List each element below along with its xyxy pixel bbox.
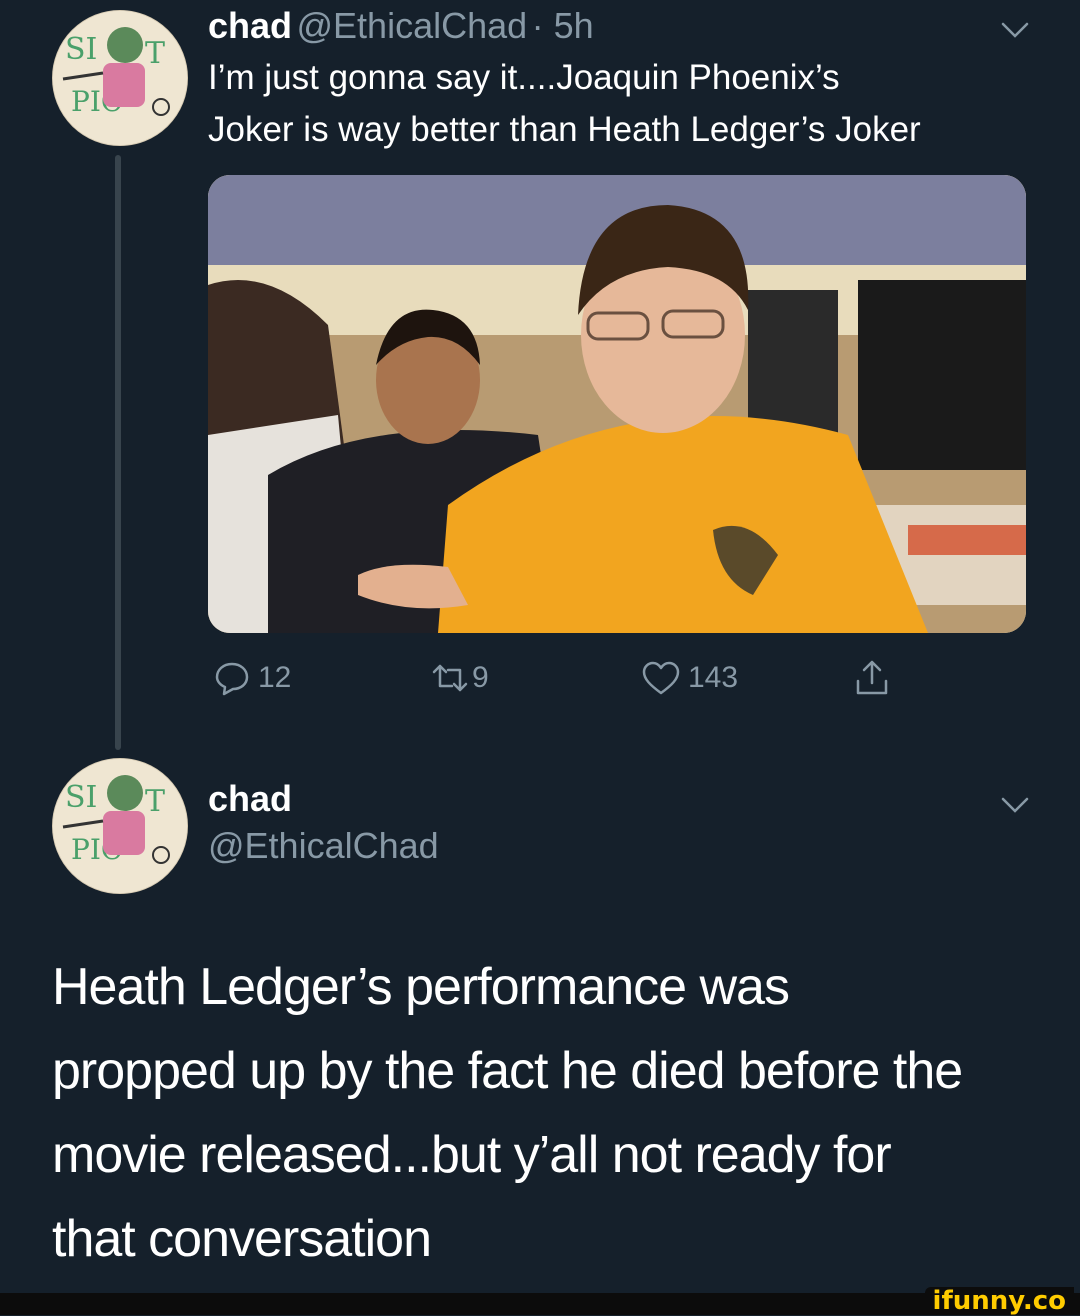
tweet1-author-handle[interactable]: @EthicalChad [296, 5, 527, 46]
tweet2-text-line: that conversation [52, 1210, 432, 1268]
tweet1-header: chad @EthicalChad · 5h [208, 5, 594, 51]
share-button[interactable] [852, 655, 892, 701]
watermark: ifunny.co [924, 1287, 1074, 1315]
like-count: 143 [688, 661, 739, 694]
svg-text:T: T [145, 36, 165, 71]
tweet1-timestamp[interactable]: · 5h [532, 5, 594, 46]
avatar[interactable]: SI T PIC [52, 10, 188, 146]
avatar[interactable]: SI T PIC [52, 758, 188, 894]
like-icon [642, 661, 680, 695]
svg-text:T: T [145, 784, 165, 819]
like-button[interactable]: 143 [640, 655, 738, 701]
tweet2-text-line: propped up by the fact he died before th… [52, 1042, 963, 1100]
retweet-count: 9 [472, 661, 489, 694]
reply-button[interactable]: 12 [212, 655, 291, 701]
watermark-bar [0, 1293, 1080, 1315]
retweet-icon [432, 664, 468, 692]
chevron-down-icon[interactable] [1000, 20, 1030, 40]
tweet1-text: I’m just gonna say it....Joaquin Phoenix… [208, 52, 1048, 156]
svg-text:SI: SI [65, 32, 97, 67]
avatar-image: SI T PIC [53, 11, 187, 145]
avatar-image: SI T PIC [53, 759, 187, 893]
svg-text:SI: SI [65, 780, 97, 815]
reply-icon [215, 662, 249, 696]
tweet2-author-handle[interactable]: @EthicalChad [208, 825, 439, 867]
tweet2-author-name[interactable]: chad [208, 778, 292, 820]
share-icon [856, 660, 888, 695]
media-photo [208, 175, 1026, 633]
tweet2-text-line: movie released...but y’all not ready for [52, 1126, 892, 1184]
tweet2-text: Heath Ledger’s performance was propped u… [52, 945, 1042, 1281]
thread-line [115, 155, 121, 750]
tweet1-media[interactable] [208, 175, 1026, 633]
retweet-button[interactable]: 9 [428, 655, 489, 701]
tweet1-author-name[interactable]: chad [208, 5, 292, 46]
tweet1-text-line: Joker is way better than Heath Ledger’s … [208, 110, 921, 149]
chevron-down-icon[interactable] [1000, 795, 1030, 815]
reply-count: 12 [258, 661, 292, 694]
tweet2-text-line: Heath Ledger’s performance was [52, 958, 790, 1016]
tweet1-text-line: I’m just gonna say it....Joaquin Phoenix… [208, 58, 840, 97]
